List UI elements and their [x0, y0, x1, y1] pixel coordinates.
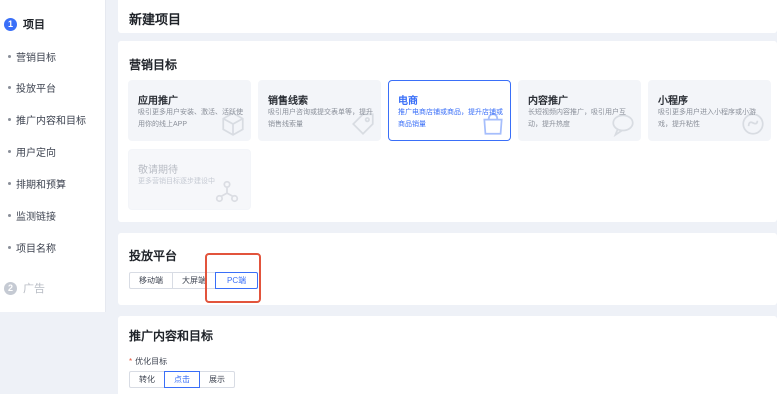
tile-title: 敬请期待	[138, 165, 178, 176]
section-title: 投放平台	[129, 249, 178, 263]
sidebar-item-tracking-link[interactable]: 监测链接	[8, 208, 56, 223]
sidebar-item-targeting[interactable]: 用户定向	[8, 144, 56, 159]
goal-tile-ecommerce[interactable]: 电商 推广电商店铺或商品，提升店铺或商品销量	[388, 80, 511, 141]
bullet-icon	[8, 246, 11, 249]
tile-title: 销售线索	[268, 96, 308, 107]
marketing-goal-section: 营销目标 应用推广 吸引更多用户安装、激活、活跃使用你的线上APP 销售线索 吸…	[118, 41, 777, 222]
bullet-icon	[8, 182, 11, 185]
tile-title: 电商	[398, 96, 418, 107]
goal-tile-content-promotion[interactable]: 内容推广 长短视频内容推广，吸引用户互动，提升热度	[518, 80, 641, 141]
goal-option-impression[interactable]: 展示	[199, 371, 235, 388]
sidebar-item-platform[interactable]: 投放平台	[8, 80, 56, 95]
sidebar-item-label: 项目名称	[16, 244, 56, 255]
sidebar-item-label: 监测链接	[16, 212, 56, 223]
bullet-icon	[8, 214, 11, 217]
goal-option-conversion[interactable]: 转化	[129, 371, 165, 388]
step-label: 项目	[23, 19, 45, 31]
bullet-icon	[8, 55, 11, 58]
sidebar: 1 项目 营销目标 投放平台 推广内容和目标 用户定向 排期和预算 监测链接 项…	[0, 0, 106, 312]
sidebar-item-label: 用户定向	[16, 148, 56, 159]
goal-tile-mini-program[interactable]: 小程序 吸引更多用户进入小程序或小游戏，提升粘性	[648, 80, 771, 141]
goal-tile-coming-soon: 敬请期待 更多营销目标逐步建设中	[128, 149, 251, 210]
required-mark: *	[129, 357, 133, 366]
step-label: 广告	[23, 283, 45, 295]
goal-tile-sales-leads[interactable]: 销售线索 吸引用户咨询或提交表单等，提升销售线索量	[258, 80, 381, 141]
network-icon	[215, 180, 239, 203]
sidebar-item-content-goal[interactable]: 推广内容和目标	[8, 112, 86, 127]
goal-tile-app-promotion[interactable]: 应用推广 吸引更多用户安装、激活、活跃使用你的线上APP	[128, 80, 251, 141]
field-label-text: 优化目标	[135, 357, 168, 366]
tag-icon	[352, 113, 374, 135]
sidebar-item-schedule-budget[interactable]: 排期和预算	[8, 176, 66, 191]
shopping-bag-icon	[483, 113, 503, 135]
optimization-goal-label: * 优化目标	[129, 356, 167, 367]
platform-option-pc[interactable]: PC端	[215, 272, 259, 289]
page-title: 新建项目	[129, 12, 182, 27]
goal-option-click[interactable]: 点击	[164, 371, 200, 388]
step-2-ad[interactable]: 2 广告	[4, 280, 45, 296]
sidebar-item-marketing-goal[interactable]: 营销目标	[8, 49, 56, 64]
sidebar-item-label: 排期和预算	[16, 180, 66, 191]
step-1-project[interactable]: 1 项目	[4, 16, 45, 32]
step-number-badge: 1	[4, 17, 17, 31]
bullet-icon	[8, 86, 11, 89]
optimization-goal-selector: 转化 点击 展示	[129, 371, 235, 388]
sidebar-item-label: 营销目标	[16, 53, 56, 64]
tile-title: 内容推广	[528, 96, 568, 107]
miniprogram-icon	[742, 113, 764, 135]
section-title: 推广内容和目标	[129, 329, 214, 343]
content-goal-section: 推广内容和目标 转化 点击 展示	[118, 316, 777, 394]
chat-icon	[612, 114, 634, 137]
sidebar-item-project-name[interactable]: 项目名称	[8, 240, 56, 255]
section-title: 营销目标	[129, 58, 178, 72]
header-card: 新建项目	[118, 0, 777, 33]
tile-title: 应用推广	[138, 96, 178, 107]
platform-option-mobile[interactable]: 移动端	[129, 272, 173, 289]
platform-selector: 移动端 大屏端 PC端	[129, 272, 259, 289]
bullet-icon	[8, 150, 11, 153]
sidebar-item-label: 投放平台	[16, 84, 56, 95]
sidebar-item-label: 推广内容和目标	[16, 116, 86, 127]
bullet-icon	[8, 118, 11, 121]
tile-title: 小程序	[658, 96, 688, 107]
step-number-badge: 2	[4, 281, 17, 295]
cube-icon	[222, 112, 244, 136]
